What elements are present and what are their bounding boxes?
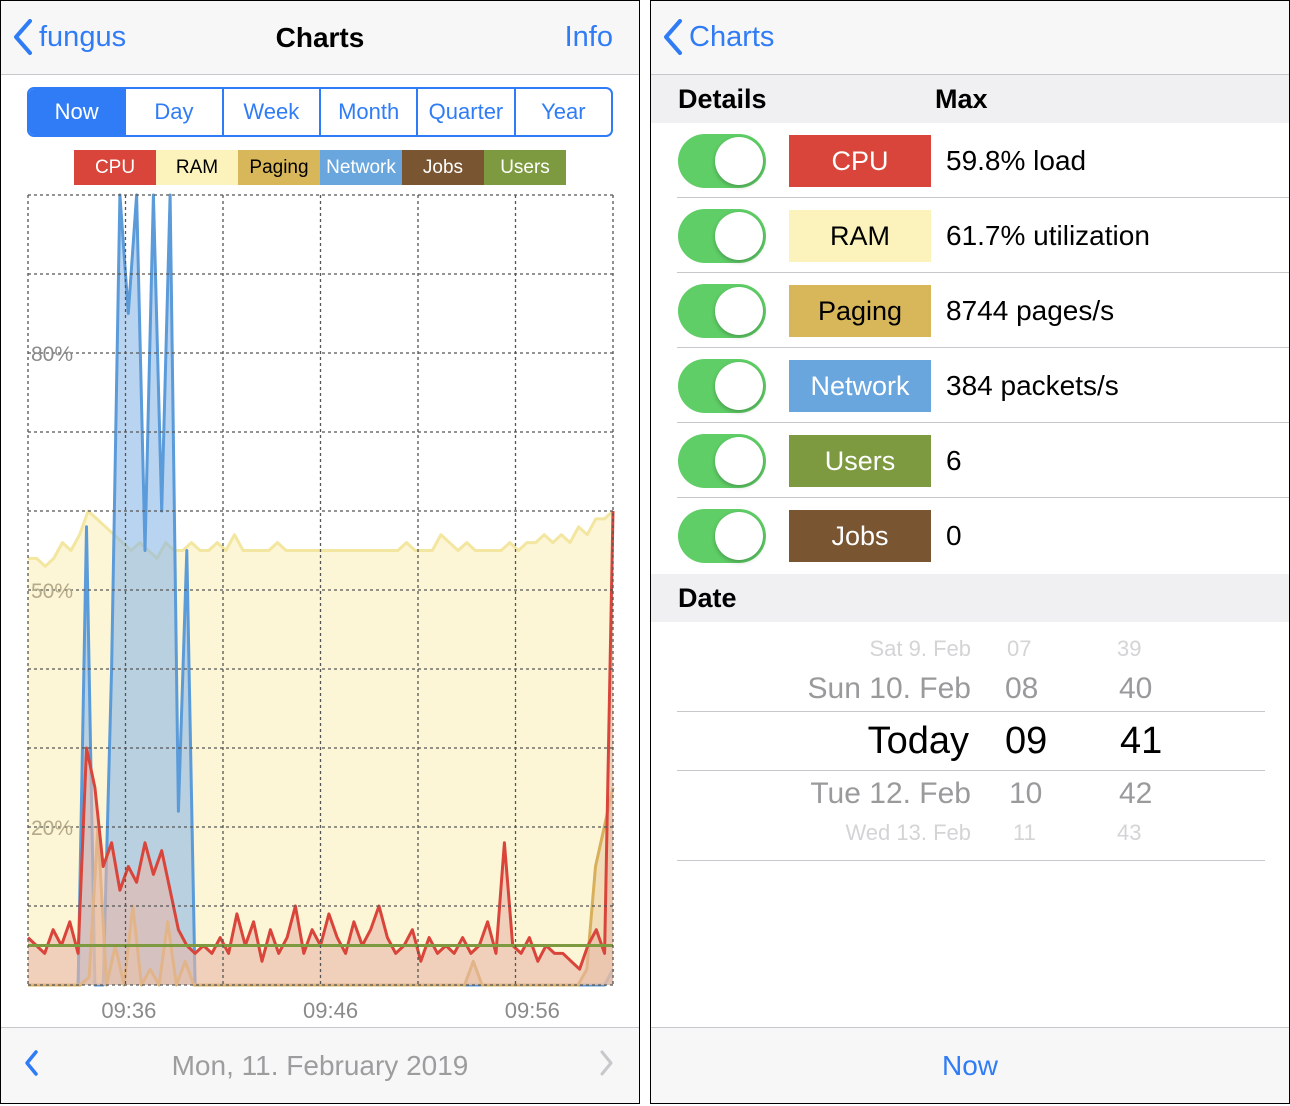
legend-network[interactable]: Network [320, 150, 402, 185]
chevron-left-icon [664, 19, 682, 55]
x-tick-label: 09:36 [101, 998, 156, 1023]
toggle-knob [715, 512, 763, 560]
metric-value: 8744 pages/s [946, 295, 1115, 326]
y-tick-label: 80% [31, 343, 73, 366]
details-panel: Charts Details Max CPU 59.8% load RAM 61… [650, 0, 1290, 1104]
segment-week[interactable]: Week [221, 89, 319, 135]
date-section-header: Date [651, 574, 1289, 622]
now-button[interactable]: Now [651, 1028, 1289, 1103]
metric-label: CPU [789, 135, 931, 187]
picker-hour-selected[interactable]: 09 [1005, 720, 1047, 763]
details-header: Details [678, 84, 767, 114]
current-date: Mon, 11. February 2019 [171, 1050, 469, 1081]
x-tick-label: 09:46 [303, 998, 358, 1023]
picker-day[interactable]: Tue 12. Feb [810, 777, 971, 811]
users-toggle[interactable] [678, 434, 766, 488]
ram-toggle[interactable] [678, 209, 766, 263]
picker-minute-selected[interactable]: 41 [1120, 720, 1162, 763]
network-toggle[interactable] [678, 359, 766, 413]
cpu-toggle[interactable] [678, 134, 766, 188]
picker-hour[interactable]: 08 [1005, 672, 1038, 706]
metric-row-cpu: CPU 59.8% load [651, 123, 1289, 198]
picker-day[interactable]: Sun 10. Feb [808, 672, 971, 706]
back-label: Charts [689, 20, 775, 53]
charts-panel: fungus Charts Info Now Day Week Month Qu… [0, 0, 640, 1104]
metric-row-jobs: Jobs 0 [651, 498, 1289, 573]
x-tick-label: 09:56 [505, 998, 560, 1023]
metric-row-ram: RAM 61.7% utilization [651, 198, 1289, 273]
metric-value: 0 [946, 520, 962, 551]
metric-label: RAM [789, 210, 931, 262]
segment-now[interactable]: Now [29, 89, 125, 135]
bottom-toolbar: Now [651, 1027, 1289, 1103]
next-day-button[interactable] [599, 1046, 615, 1085]
paging-toggle[interactable] [678, 284, 766, 338]
metric-label: Paging [789, 285, 931, 337]
picker-day[interactable]: Sat 9. Feb [869, 636, 971, 662]
picker-day-selected[interactable]: Today [868, 720, 969, 763]
metric-label: Network [789, 360, 931, 412]
nav-bar: fungus Charts Info [1, 1, 639, 75]
nav-bar: Charts [651, 1, 1289, 75]
usage-chart[interactable]: 80% 50% 20% 09:36 09:46 09:56 [1, 187, 639, 1029]
legend-paging[interactable]: Paging [238, 150, 320, 185]
segment-year[interactable]: Year [513, 89, 611, 135]
metric-row-users: Users 6 [651, 423, 1289, 498]
legend-ram[interactable]: RAM [156, 150, 238, 185]
metric-value: 61.7% utilization [946, 220, 1150, 251]
picker-hour[interactable]: 07 [1007, 636, 1031, 662]
divider [677, 860, 1265, 861]
legend-users[interactable]: Users [484, 150, 566, 185]
picker-hour[interactable]: 10 [1009, 777, 1042, 811]
toggle-knob [715, 212, 763, 260]
legend-jobs[interactable]: Jobs [402, 150, 484, 185]
picker-day[interactable]: Wed 13. Feb [845, 820, 971, 846]
metric-value: 384 packets/s [946, 370, 1119, 401]
metric-row-paging: Paging 8744 pages/s [651, 273, 1289, 348]
toggle-knob [715, 287, 763, 335]
picker-minute[interactable]: 42 [1119, 777, 1152, 811]
picker-selection-bottom [677, 770, 1265, 771]
jobs-toggle[interactable] [678, 509, 766, 563]
metric-row-network: Network 384 packets/s [651, 348, 1289, 423]
y-tick-label: 50% [31, 580, 73, 603]
metric-value: 6 [946, 445, 962, 476]
toggle-knob [715, 362, 763, 410]
chevron-right-icon [600, 1050, 613, 1076]
page-title: Charts [275, 22, 365, 53]
metric-label: Jobs [789, 510, 931, 562]
toggle-knob [715, 137, 763, 185]
segment-month[interactable]: Month [318, 89, 416, 135]
segment-day[interactable]: Day [124, 89, 221, 135]
metric-value: 59.8% load [946, 145, 1087, 176]
y-tick-label: 20% [31, 817, 73, 840]
metric-label: Users [789, 435, 931, 487]
date-picker[interactable]: Sat 9. Feb Sun 10. Feb Today Tue 12. Feb… [651, 622, 1289, 862]
picker-minute[interactable]: 40 [1119, 672, 1152, 706]
picker-minute[interactable]: 43 [1117, 820, 1141, 846]
date-header: Date [678, 583, 737, 613]
legend-cpu[interactable]: CPU [74, 150, 156, 185]
back-button[interactable]: Charts [663, 15, 774, 59]
segment-quarter[interactable]: Quarter [416, 89, 513, 135]
max-header: Max [935, 84, 988, 114]
picker-hour[interactable]: 11 [1013, 820, 1036, 846]
chart-legend: CPU RAM Paging Network Jobs Users [74, 150, 566, 185]
time-range-control: Now Day Week Month Quarter Year [27, 87, 613, 137]
toggle-knob [715, 437, 763, 485]
picker-selection-top [677, 711, 1265, 712]
info-button[interactable]: Info [565, 15, 613, 59]
date-bar: Mon, 11. February 2019 [1, 1027, 639, 1103]
details-section-header: Details Max [651, 75, 1289, 123]
picker-minute[interactable]: 39 [1117, 636, 1141, 662]
